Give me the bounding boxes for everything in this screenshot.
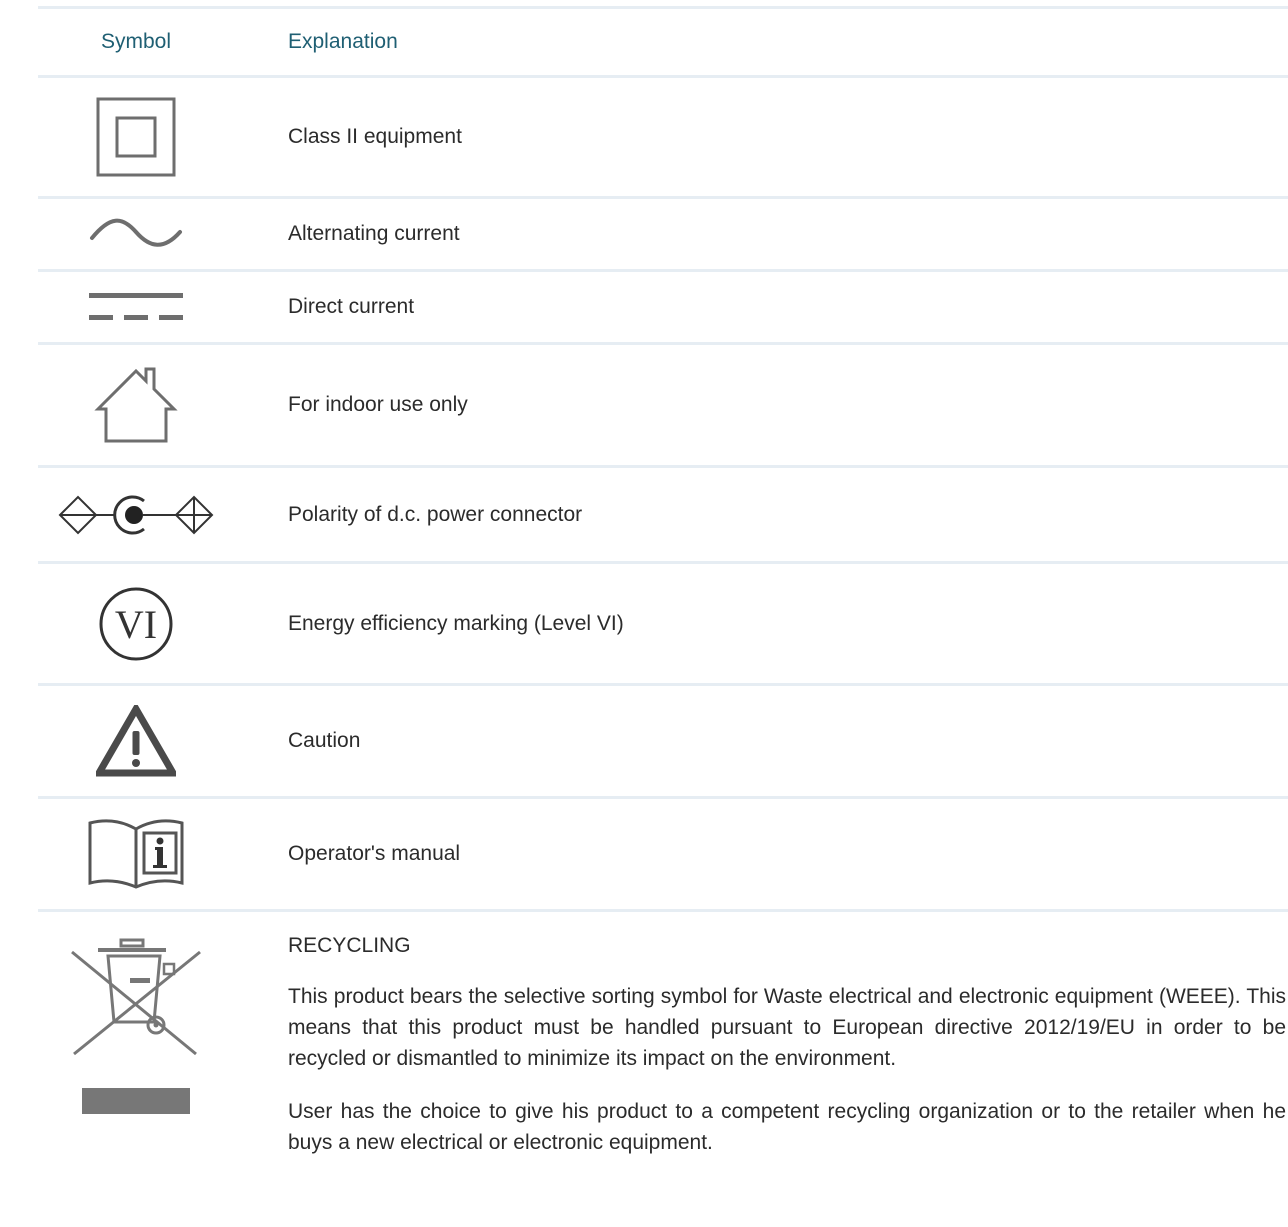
explanation-cell: Caution [288,729,361,752]
explanation-cell: For indoor use only [288,393,468,416]
symbol-cell [38,799,234,909]
vi-mark-text: VI [115,602,157,647]
explanation-cell: Class II equipment [288,125,462,148]
table-row: VI Energy efficiency marking (Level VI) [38,564,1288,686]
header-explanation: Explanation [288,30,398,53]
symbol-cell [38,345,234,465]
explanation-cell: Polarity of d.c. power connector [288,502,583,526]
weee-crossed-bin-icon [71,938,201,1114]
recycling-row: RECYCLING This product bears the selecti… [38,912,1288,1227]
symbol-cell: VI [38,564,234,683]
table-row: For indoor use only [38,345,1288,468]
symbol-cell [38,199,234,269]
symbol-cell [38,930,234,1130]
recycling-paragraph: User has the choice to give his product … [288,1100,1286,1154]
recycling-heading: RECYCLING [288,934,411,957]
table-row: Caution [38,686,1288,799]
recycling-paragraph: This product bears the selective sorting… [288,985,1286,1070]
table-row: Class II equipment [38,78,1288,199]
symbol-cell [38,686,234,796]
symbol-cell [38,78,234,196]
explanation-cell: Direct current [288,295,415,318]
table-row: Operator's manual [38,799,1288,912]
operator-manual-icon [88,819,184,889]
symbol-cell [38,272,234,342]
table-header-row: Symbol Explanation [38,9,1288,78]
direct-current-icon [89,293,183,320]
symbol-cell [38,468,234,561]
explanation-cell: Operator's manual [288,842,461,865]
table-row: Polarity of d.c. power connector [38,468,1288,564]
alternating-current-icon [90,218,182,247]
indoor-use-icon [94,367,178,443]
table-row: Direct current [38,272,1288,345]
recycling-text: RECYCLING This product bears the selecti… [288,930,1286,1180]
caution-icon [96,705,176,777]
energy-efficiency-vi-icon: VI [99,587,173,660]
dc-polarity-icon [58,495,214,534]
header-symbol: Symbol [100,30,172,53]
explanation-cell: Energy efficiency marking (Level VI) [288,611,624,635]
table-row: Alternating current [38,199,1288,272]
explanation-cell: Alternating current [288,222,460,245]
class-ii-equipment-icon [96,97,176,177]
